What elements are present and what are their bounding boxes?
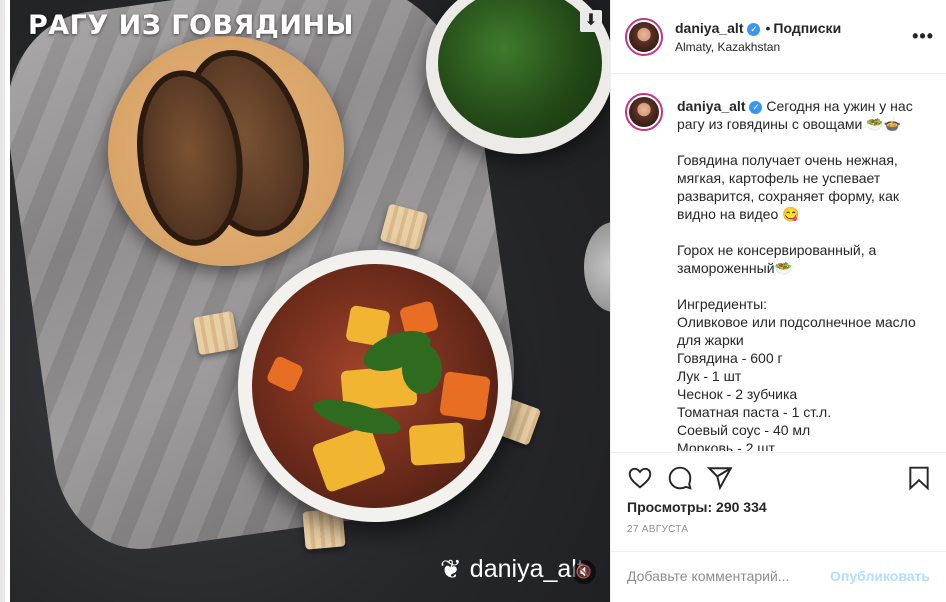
pot-stand xyxy=(193,310,239,356)
comment-bar: Опубликовать xyxy=(611,551,946,602)
more-options-icon[interactable]: ••• xyxy=(912,26,934,47)
avatar[interactable] xyxy=(625,18,663,56)
post-video[interactable]: РАГУ ИЗ ГОВЯДИНЫ ⬇ ❦ daniya_alt 🔇 xyxy=(10,0,610,602)
ingredient-item: Томатная паста - 1 ст.л. xyxy=(677,404,832,420)
post-actions: Просмотры: 290 334 27 АВГУСТА Опубликова… xyxy=(611,452,946,602)
watermark-text: daniya_alt xyxy=(469,555,584,583)
watermark: ❦ daniya_alt xyxy=(440,554,584,585)
ingredient-item: Говядина - 600 г xyxy=(677,350,783,366)
following-button[interactable]: Подписки xyxy=(773,20,841,36)
views-count[interactable]: Просмотры: 290 334 xyxy=(627,499,767,515)
header-line: daniya_alt ✓ • Подписки xyxy=(675,20,841,36)
ingredient-item: Оливковое или подсолнечное масло для жар… xyxy=(677,314,916,348)
media-title-overlay: РАГУ ИЗ ГОВЯДИНЫ xyxy=(28,10,355,41)
ingredient-item: Морковь - 2 шт xyxy=(677,440,775,451)
caption-area[interactable]: daniya_alt ✓ Сегодня на ужин у нас рагу и… xyxy=(611,75,946,451)
location-link[interactable]: Almaty, Kazakhstan xyxy=(675,40,780,54)
comment-icon[interactable] xyxy=(667,465,693,491)
caption-username[interactable]: daniya_alt xyxy=(677,98,745,114)
ingredient-item: Чеснок - 2 зубчика xyxy=(677,386,798,402)
caption-text: daniya_alt ✓ Сегодня на ужин у нас рагу и… xyxy=(677,97,939,451)
username-link[interactable]: daniya_alt xyxy=(675,20,743,36)
separator-dot: • xyxy=(765,20,771,36)
share-icon[interactable] xyxy=(707,465,733,491)
post-sidebar: daniya_alt ✓ • Подписки Almaty, Kazakhstan … xyxy=(610,0,946,602)
caption-paragraph: Горох не консервированный, а замороженны… xyxy=(677,242,877,276)
ingredient-item: Лук - 1 шт xyxy=(677,368,742,384)
heart-icon[interactable] xyxy=(627,465,653,491)
stew xyxy=(252,264,498,508)
verified-badge-icon: ✓ xyxy=(747,22,761,36)
whisk-icon: ❦ xyxy=(440,554,462,584)
caption-paragraph: Говядина получает очень нежная, мягкая, … xyxy=(677,152,900,222)
avatar[interactable] xyxy=(625,93,663,131)
post-header: daniya_alt ✓ • Подписки Almaty, Kazakhstan … xyxy=(611,0,946,74)
verified-badge-icon: ✓ xyxy=(749,100,763,114)
ingredient-item: Соевый соус - 40 мл xyxy=(677,422,811,438)
side-jar xyxy=(584,222,610,312)
muted-speaker-icon[interactable]: 🔇 xyxy=(572,560,596,584)
ingredients-title: Ингредиенты: xyxy=(677,296,768,312)
post-modal: РАГУ ИЗ ГОВЯДИНЫ ⬇ ❦ daniya_alt 🔇 daniya… xyxy=(0,0,946,602)
post-date[interactable]: 27 АВГУСТА xyxy=(627,524,688,535)
download-arrow-icon[interactable]: ⬇ xyxy=(580,10,602,32)
comment-input[interactable] xyxy=(627,568,817,584)
publish-button[interactable]: Опубликовать xyxy=(830,568,930,584)
bookmark-icon[interactable] xyxy=(906,465,932,491)
